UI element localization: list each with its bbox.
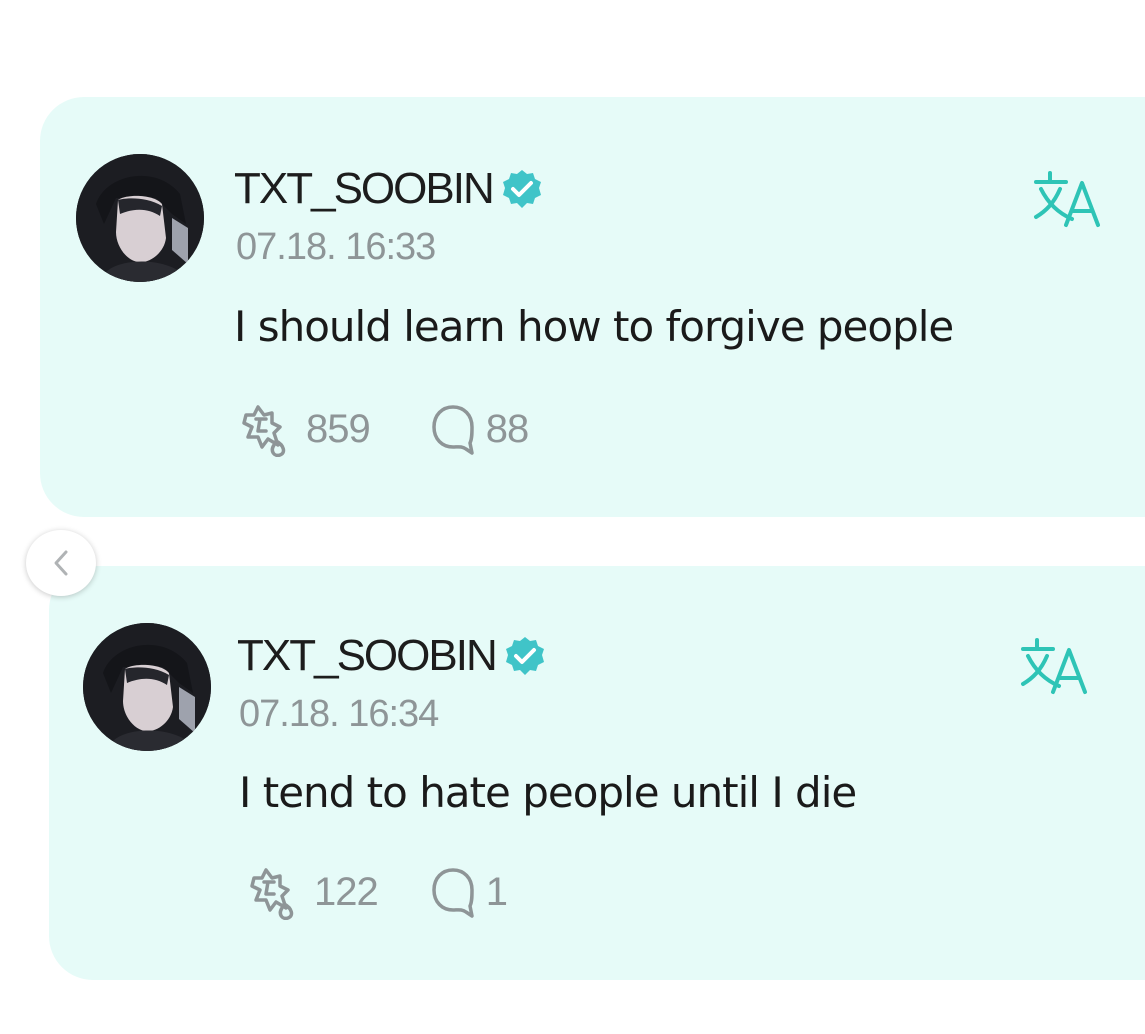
comment-icon — [432, 405, 474, 455]
translate-button[interactable] — [1032, 169, 1108, 231]
username[interactable]: TXT_SOOBIN — [234, 163, 495, 215]
avatar[interactable] — [83, 623, 211, 751]
username[interactable]: TXT_SOOBIN — [237, 630, 498, 682]
translate-icon — [1021, 638, 1087, 694]
translate-button[interactable] — [1019, 636, 1095, 698]
comment-button[interactable]: 1 — [430, 864, 508, 920]
post-stats: 859 88 — [234, 401, 529, 457]
translate-icon — [1034, 171, 1100, 227]
avatar[interactable] — [76, 154, 204, 282]
comment-count: 88 — [485, 407, 529, 451]
like-count: 122 — [314, 870, 379, 914]
post-stats: 122 1 — [242, 864, 508, 920]
comment-icon — [432, 868, 474, 918]
like-button[interactable]: 122 — [242, 864, 379, 920]
comment-count: 1 — [485, 870, 508, 914]
chevron-left-icon — [54, 550, 68, 576]
post-card: TXT_SOOBIN 07.18. 16:34 I tend to hate p… — [49, 566, 1145, 980]
like-icon — [250, 868, 294, 920]
verified-badge-icon — [505, 637, 544, 675]
author-row: TXT_SOOBIN — [234, 163, 543, 215]
previous-button[interactable] — [26, 530, 96, 596]
post-card: TXT_SOOBIN 07.18. 16:33 I should learn h… — [40, 97, 1145, 517]
post-message: I tend to hate people until I die — [239, 768, 857, 817]
verified-badge-icon — [502, 170, 541, 208]
post-feed: TXT_SOOBIN 07.18. 16:33 I should learn h… — [0, 0, 1145, 1034]
post-timestamp: 07.18. 16:33 — [236, 226, 436, 268]
comment-button[interactable]: 88 — [430, 401, 529, 457]
like-button[interactable]: 859 — [234, 401, 371, 457]
like-icon — [242, 405, 286, 457]
like-count: 859 — [306, 407, 371, 451]
post-timestamp: 07.18. 16:34 — [239, 693, 439, 735]
post-message: I should learn how to forgive people — [234, 302, 954, 351]
author-row: TXT_SOOBIN — [237, 630, 546, 682]
